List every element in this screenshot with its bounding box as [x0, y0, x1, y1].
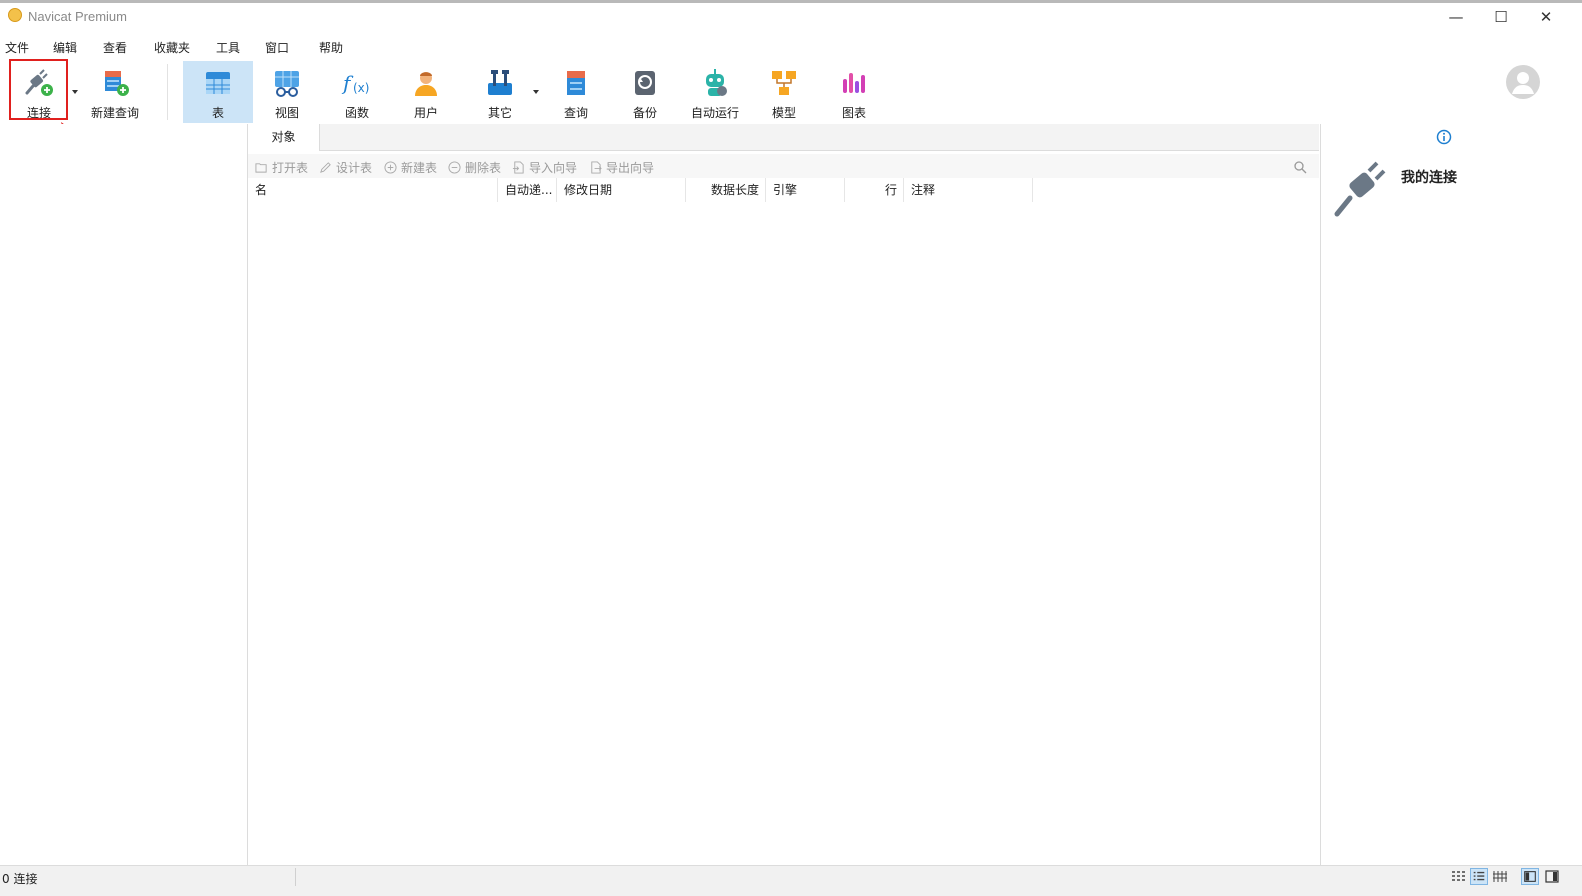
left-panel-toggle-icon[interactable]	[1521, 868, 1539, 885]
user-label: 用户	[413, 106, 438, 120]
title-bar	[0, 0, 1582, 34]
avatar-icon[interactable]	[1505, 64, 1541, 100]
tab-objects[interactable]: 对象	[248, 124, 320, 151]
column-header-auto-increment[interactable]: 自动递...	[498, 178, 557, 202]
connection-tree-pane[interactable]	[0, 124, 248, 865]
export-icon	[591, 161, 602, 174]
query-icon	[567, 71, 585, 95]
connect-dropdown-icon[interactable]	[72, 90, 78, 94]
design-table-label: 设计表	[336, 161, 373, 175]
menu-edit[interactable]: 编辑	[53, 39, 77, 56]
minimize-button[interactable]: —	[1436, 4, 1476, 30]
right-panel-toggle-icon[interactable]	[1543, 868, 1561, 885]
menu-file[interactable]: 文件	[5, 39, 29, 56]
info-title: 我的连接	[1401, 170, 1457, 186]
delete-table-button[interactable]: 删除表	[448, 159, 501, 176]
folder-open-icon	[255, 163, 267, 173]
svg-text:(x): (x)	[353, 81, 369, 95]
main-toolbar: 连接 新建查询 表 视图 f (x) 函数 用户 其它 查询 备份 自动运行 模…	[0, 58, 1582, 124]
window-title: Navicat Premium	[28, 9, 127, 24]
plug-icon	[1334, 161, 1386, 217]
other-button[interactable]: 其它	[468, 61, 532, 123]
tools-icon	[488, 70, 512, 95]
info-pane: 我的连接	[1320, 124, 1582, 865]
new-query-button[interactable]: 新建查询	[85, 61, 145, 123]
table-button[interactable]: 表	[183, 61, 253, 123]
object-pane: 对象 打开表 设计表 新建表 删除表 导入向导 导出向导 名 自动递... 修改…	[248, 124, 1319, 865]
table-label: 表	[211, 106, 224, 120]
menu-help[interactable]: 帮助	[319, 39, 343, 56]
other-dropdown-icon[interactable]	[533, 90, 539, 94]
menu-bar: 文件 编辑 查看 收藏夹 工具 窗口 帮助	[0, 36, 1582, 58]
plus-circle-icon	[384, 161, 397, 174]
highlight-box	[9, 59, 68, 120]
user-button[interactable]: 用户	[395, 61, 457, 123]
column-header-rows[interactable]: 行	[845, 178, 904, 202]
model-label: 模型	[771, 106, 796, 120]
search-icon[interactable]	[1293, 160, 1307, 174]
query-button[interactable]: 查询	[545, 61, 607, 123]
view-button[interactable]: 视图	[256, 61, 318, 123]
new-table-button[interactable]: 新建表	[384, 159, 437, 176]
table-header: 名 自动递... 修改日期 数据长度 引擎 行 注释	[248, 178, 1319, 202]
function-label: 函数	[344, 106, 369, 120]
model-icon	[772, 71, 796, 95]
export-wizard-label: 导出向导	[606, 161, 655, 175]
info-icon[interactable]	[1436, 129, 1452, 145]
new-table-label: 新建表	[401, 161, 438, 175]
backup-button[interactable]: 备份	[614, 61, 676, 123]
automation-label: 自动运行	[690, 106, 739, 120]
chart-icon	[843, 73, 865, 93]
toolbar-divider	[167, 64, 168, 120]
function-button[interactable]: f (x) 函数	[326, 61, 388, 123]
chart-label: 图表	[841, 106, 866, 120]
menu-view[interactable]: 查看	[103, 39, 127, 56]
navicat-logo-icon	[8, 8, 22, 22]
table-icon	[206, 72, 230, 94]
backup-label: 备份	[632, 106, 657, 120]
delete-table-label: 删除表	[465, 161, 502, 175]
close-button[interactable]: ✕	[1526, 4, 1566, 30]
robot-icon	[706, 69, 727, 96]
menu-window[interactable]: 窗口	[265, 39, 289, 56]
maximize-button[interactable]: ☐	[1481, 4, 1521, 30]
import-wizard-label: 导入向导	[529, 161, 578, 175]
open-table-label: 打开表	[272, 161, 309, 175]
column-header-modified-date[interactable]: 修改日期	[557, 178, 686, 202]
pencil-icon	[320, 162, 331, 173]
export-wizard-button[interactable]: 导出向导	[589, 159, 654, 176]
chart-button[interactable]: 图表	[823, 61, 885, 123]
column-header-engine[interactable]: 引擎	[766, 178, 845, 202]
detail-view-icon[interactable]	[1491, 868, 1509, 885]
query-label: 查询	[563, 106, 588, 120]
object-action-bar: 打开表 设计表 新建表 删除表 导入向导 导出向导	[248, 154, 1319, 178]
function-icon: f (x)	[341, 71, 369, 95]
backup-icon	[635, 71, 655, 95]
import-icon	[512, 161, 524, 174]
menu-tools[interactable]: 工具	[216, 39, 240, 56]
open-table-button[interactable]: 打开表	[255, 159, 308, 176]
user-icon	[415, 72, 437, 96]
column-header-name[interactable]: 名	[248, 178, 498, 202]
model-button[interactable]: 模型	[753, 61, 815, 123]
design-table-button[interactable]: 设计表	[319, 159, 372, 176]
view-icon	[275, 71, 299, 97]
list-view-icon[interactable]	[1470, 868, 1488, 885]
status-divider	[295, 868, 296, 886]
import-wizard-button[interactable]: 导入向导	[512, 159, 577, 176]
minus-circle-icon	[448, 161, 461, 174]
grid-view-icon[interactable]	[1449, 868, 1467, 885]
column-header-comment[interactable]: 注释	[904, 178, 1033, 202]
status-bar: 0 连接	[0, 865, 1582, 896]
new-query-icon	[105, 71, 129, 96]
menu-favorites[interactable]: 收藏夹	[154, 39, 190, 56]
column-header-data-length[interactable]: 数据长度	[686, 178, 766, 202]
automation-button[interactable]: 自动运行	[684, 61, 746, 123]
tab-bar: 对象	[248, 124, 1319, 151]
view-label: 视图	[274, 106, 299, 120]
other-label: 其它	[487, 106, 512, 120]
connection-count: 0 连接	[2, 872, 38, 886]
